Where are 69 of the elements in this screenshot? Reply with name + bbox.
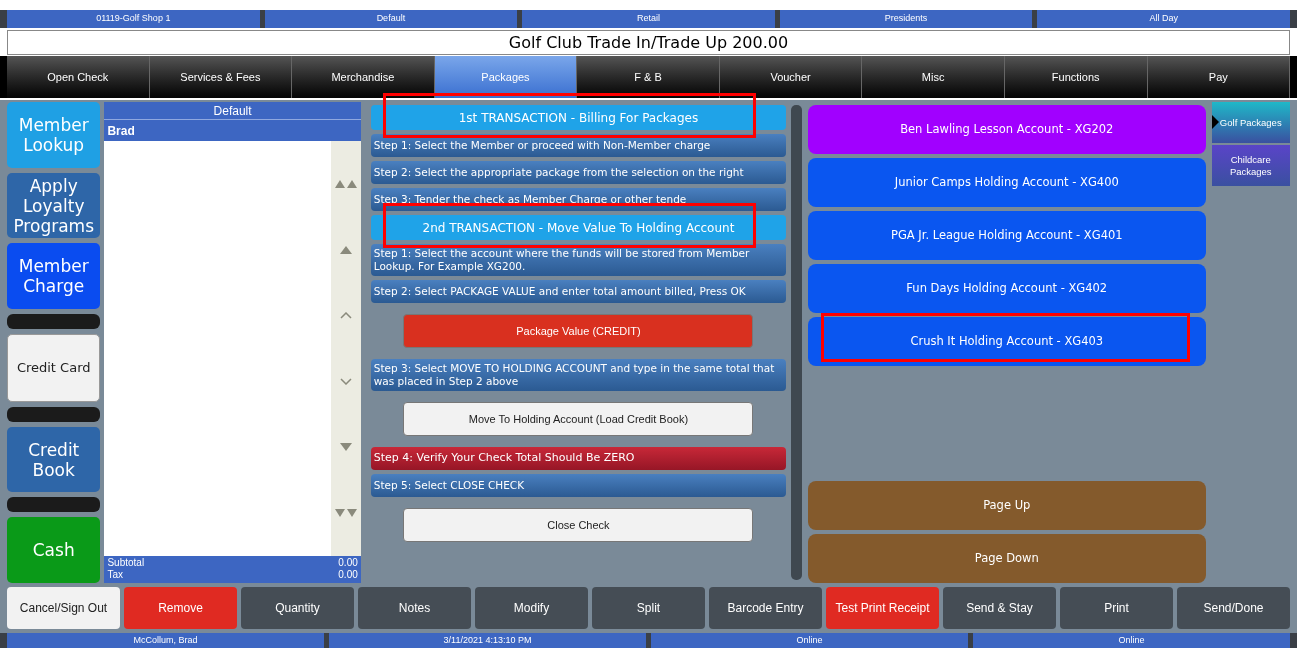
scroll-down-icon[interactable] bbox=[339, 442, 352, 451]
action-button[interactable]: Move To Holding Account (Load Credit Book) bbox=[403, 402, 754, 436]
category-tab[interactable]: Misc bbox=[862, 56, 1005, 98]
scroll-top-icon[interactable] bbox=[334, 180, 357, 189]
toolbar-button[interactable]: Modify bbox=[475, 587, 588, 629]
category-tab[interactable]: Voucher bbox=[719, 56, 863, 98]
account-button[interactable]: Junior Camps Holding Account - XG400 bbox=[808, 158, 1206, 207]
toolbar-button[interactable]: Test Print Receipt bbox=[826, 587, 939, 629]
action-button[interactable]: Package Value (CREDIT) bbox=[403, 314, 754, 348]
header-field: Presidents bbox=[779, 10, 1033, 28]
screen-title: Golf Club Trade In/Trade Up 200.00 bbox=[7, 30, 1290, 55]
toolbar-button[interactable]: Remove bbox=[124, 587, 237, 629]
subtotal-value: 0.00 bbox=[338, 557, 358, 569]
account-button[interactable]: Ben Lawling Lesson Account - XG202 bbox=[808, 105, 1206, 154]
account-button[interactable]: PGA Jr. League Holding Account - XG401 bbox=[808, 211, 1206, 260]
action-button[interactable]: Close Check bbox=[403, 508, 754, 542]
toolbar-button[interactable]: Split bbox=[592, 587, 705, 629]
category-tab[interactable]: Merchandise bbox=[292, 56, 435, 98]
tender-button[interactable]: Member Charge bbox=[7, 243, 101, 309]
category-tab[interactable]: Functions bbox=[1004, 56, 1148, 98]
page-button[interactable]: Page Up bbox=[808, 481, 1206, 530]
toolbar-button[interactable]: Barcode Entry bbox=[709, 587, 822, 629]
header-field: Retail bbox=[522, 10, 775, 28]
package-category-tab[interactable]: Childcare Packages bbox=[1211, 145, 1290, 186]
tender-button[interactable]: Apply Loyalty Programs bbox=[7, 172, 101, 239]
check-header: Default bbox=[104, 102, 361, 120]
scroll-up-icon[interactable] bbox=[339, 246, 352, 255]
toolbar-button[interactable]: Send/Done bbox=[1177, 587, 1290, 629]
tender-button[interactable]: Credit Card bbox=[7, 334, 101, 402]
toolbar-button[interactable]: Notes bbox=[358, 587, 471, 629]
status-field: Online bbox=[973, 633, 1290, 648]
tender-button[interactable]: Credit Book bbox=[7, 426, 101, 493]
scrollbar[interactable] bbox=[791, 105, 803, 580]
package-category-tab[interactable]: Golf Packages bbox=[1211, 102, 1290, 143]
instruction-step: Step 1: Select the Member or proceed with Non-Member charge bbox=[370, 134, 787, 157]
instruction-step: Step 3: Select MOVE TO HOLDING ACCOUNT and type in the same total that was placed in Step 2 above bbox=[370, 359, 787, 391]
toolbar-button[interactable]: Send & Stay bbox=[943, 587, 1056, 629]
check-member: Brad bbox=[104, 120, 361, 141]
caret-up-icon[interactable] bbox=[339, 312, 352, 320]
instruction-step: Step 2: Select PACKAGE VALUE and enter total amount billed, Press OK bbox=[370, 280, 787, 303]
header-field: All Day bbox=[1037, 10, 1290, 28]
caret-down-icon[interactable] bbox=[339, 377, 352, 385]
tax-value: 0.00 bbox=[338, 569, 358, 581]
selection-pointer-icon bbox=[1211, 115, 1219, 129]
tax-label: Tax bbox=[107, 569, 123, 581]
blank-button[interactable] bbox=[7, 406, 101, 422]
status-field: Online bbox=[651, 633, 968, 648]
category-tab[interactable]: F & B bbox=[577, 56, 720, 98]
account-button[interactable]: Fun Days Holding Account - XG402 bbox=[808, 264, 1206, 313]
instruction-warning: Step 4: Verify Your Check Total Should Be ZERO bbox=[370, 447, 787, 470]
toolbar-button[interactable]: Quantity bbox=[241, 587, 354, 629]
instruction-step: Step 2: Select the appropriate package from the selection on the right bbox=[370, 161, 787, 184]
instruction-step: Step 1: Select the account where the funds will be stored from Member Lookup. For Example XG200. bbox=[370, 244, 787, 276]
status-field: 3/11/2021 4:13:10 PM bbox=[329, 633, 646, 648]
blank-button[interactable] bbox=[7, 314, 101, 329]
scroll-bottom-icon[interactable] bbox=[334, 508, 357, 517]
category-tab[interactable]: Pay bbox=[1147, 56, 1291, 98]
toolbar-button[interactable]: Print bbox=[1060, 587, 1173, 629]
header-field: 01119-Golf Shop 1 bbox=[7, 10, 260, 28]
category-tab[interactable]: Services & Fees bbox=[149, 56, 293, 98]
subtotal-label: Subtotal bbox=[107, 557, 145, 569]
status-field: McCollum, Brad bbox=[7, 633, 324, 648]
page-button[interactable]: Page Down bbox=[808, 534, 1206, 583]
instruction-step: Step 5: Select CLOSE CHECK bbox=[370, 474, 787, 497]
tender-button[interactable]: Cash bbox=[7, 517, 101, 584]
header-field: Default bbox=[264, 10, 518, 28]
category-tab[interactable]: Open Check bbox=[7, 56, 150, 98]
toolbar-button[interactable]: Cancel/Sign Out bbox=[7, 587, 120, 629]
blank-button[interactable] bbox=[7, 497, 101, 513]
